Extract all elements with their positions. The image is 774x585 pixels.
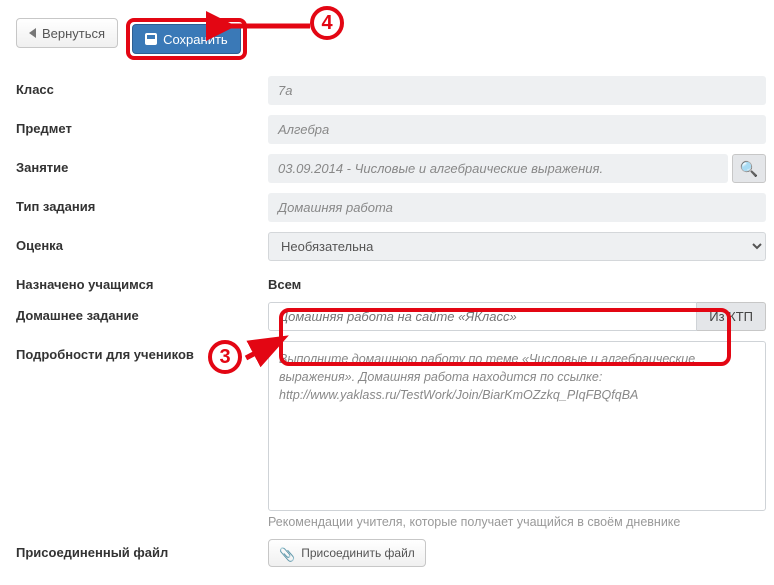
details-hint: Рекомендации учителя, которые получает у… bbox=[268, 515, 680, 529]
save-button[interactable]: Сохранить bbox=[132, 24, 241, 54]
back-button-label: Вернуться bbox=[42, 27, 105, 40]
callout-3: 3 bbox=[208, 340, 242, 374]
label-grade: Оценка bbox=[16, 232, 268, 253]
label-attachment: Присоединенный файл bbox=[16, 539, 268, 560]
back-button[interactable]: Вернуться bbox=[16, 18, 118, 48]
value-subject: Алгебра bbox=[268, 115, 766, 144]
from-ktp-button[interactable]: Из КТП bbox=[697, 302, 766, 331]
label-task-type: Тип задания bbox=[16, 193, 268, 214]
paperclip-icon: 📎 bbox=[279, 548, 295, 561]
attach-file-button[interactable]: 📎 Присоединить файл bbox=[268, 539, 426, 567]
label-homework: Домашнее задание bbox=[16, 302, 268, 323]
label-lesson: Занятие bbox=[16, 154, 268, 175]
value-class: 7а bbox=[268, 76, 766, 105]
value-assigned: Всем bbox=[268, 271, 301, 292]
details-textarea[interactable] bbox=[268, 341, 766, 511]
value-task-type: Домашняя работа bbox=[268, 193, 766, 222]
save-highlight: Сохранить bbox=[126, 18, 247, 60]
arrow-left-icon bbox=[29, 28, 36, 38]
value-lesson: 03.09.2014 - Числовые и алгебраические в… bbox=[268, 154, 728, 183]
lesson-search-button[interactable]: 🔍 bbox=[732, 154, 766, 183]
search-icon: 🔍 bbox=[740, 160, 759, 178]
label-class: Класс bbox=[16, 76, 268, 97]
label-assigned: Назначено учащимся bbox=[16, 271, 268, 292]
callout-4: 4 bbox=[310, 6, 344, 40]
grade-select[interactable]: Необязательна bbox=[268, 232, 766, 261]
label-subject: Предмет bbox=[16, 115, 268, 136]
save-icon bbox=[145, 33, 157, 45]
homework-input[interactable] bbox=[268, 302, 697, 331]
save-button-label: Сохранить bbox=[163, 33, 228, 46]
